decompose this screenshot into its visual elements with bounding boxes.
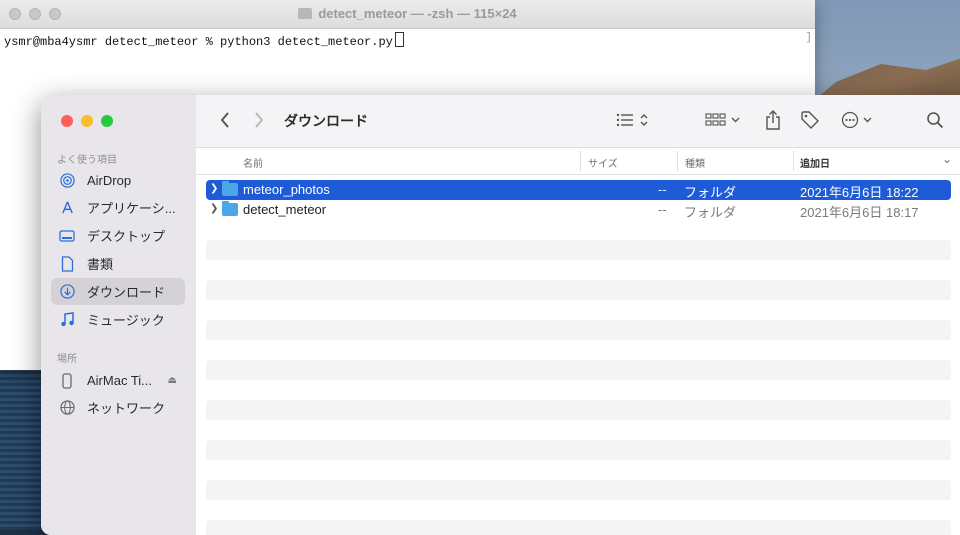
file-kind: フォルダ [684, 205, 737, 220]
file-name: detect_meteor [243, 202, 327, 217]
zoom-button[interactable] [101, 115, 113, 127]
empty-row-stripe [206, 360, 951, 380]
view-options-button[interactable] [614, 109, 652, 131]
sidebar-item-airmac[interactable]: AirMac Ti... ⏏ [51, 367, 185, 394]
desktop-icon [59, 228, 75, 244]
share-button[interactable] [762, 109, 784, 131]
music-icon [59, 312, 75, 328]
sidebar-item-airdrop[interactable]: AirDrop [51, 167, 185, 194]
file-size: -- [658, 202, 667, 217]
file-row[interactable]: ❯ meteor_photos -- フォルダ 2021年6月6日 18:22 [206, 180, 951, 200]
column-header: 名前 サイズ 種類 追加日 ⌄ [196, 148, 960, 175]
sort-chevron-icon[interactable]: ⌄ [942, 152, 952, 166]
empty-row-stripe [206, 520, 951, 535]
close-button[interactable] [61, 115, 73, 127]
sidebar-section-locations: 場所 [57, 354, 77, 365]
folder-icon [298, 8, 313, 19]
sidebar-item-label: ミュージック [87, 313, 165, 328]
sidebar-item-label: デスクトップ [87, 229, 166, 244]
terminal-titlebar[interactable]: detect_meteor — -zsh — 115×24 [0, 0, 815, 29]
empty-row-stripe [206, 440, 951, 460]
forward-button[interactable] [250, 109, 268, 131]
file-name: meteor_photos [243, 182, 330, 197]
terminal-scroll-marker: ] [805, 32, 812, 44]
eject-icon[interactable]: ⏏ [168, 375, 177, 386]
window-title: ダウンロード [284, 113, 368, 129]
sidebar-item-label: AirDrop [87, 173, 132, 188]
back-button[interactable] [216, 109, 234, 131]
search-icon [927, 112, 944, 129]
sidebar-item-music[interactable]: ミュージック [51, 306, 185, 333]
column-divider[interactable] [580, 151, 581, 171]
sidebar-section-favorites: よく使う項目 [57, 155, 117, 166]
finder-sidebar: よく使う項目 AirDrop アプリケーシ... デスクトップ 書類 ダウンロー… [41, 95, 197, 535]
airdrop-icon [59, 173, 75, 189]
sidebar-item-label: ネットワーク [87, 401, 166, 416]
search-button[interactable] [924, 109, 946, 131]
sidebar-item-applications[interactable]: アプリケーシ... [51, 194, 185, 221]
empty-row-stripe [206, 400, 951, 420]
column-size[interactable]: サイズ [588, 155, 618, 170]
column-kind[interactable]: 種類 [685, 155, 705, 170]
sidebar-item-network[interactable]: ネットワーク [51, 394, 185, 421]
file-date-added: 2021年6月6日 18:22 [800, 185, 919, 200]
sidebar-item-label: 書類 [87, 257, 114, 272]
sidebar-item-desktop[interactable]: デスクトップ [51, 222, 185, 249]
chevron-right-icon [255, 112, 264, 128]
chevron-left-icon [220, 112, 229, 128]
download-icon [59, 284, 75, 300]
folder-icon [222, 201, 238, 216]
column-date-added[interactable]: 追加日 [800, 155, 830, 170]
disclosure-chevron-icon[interactable]: ❯ [210, 203, 218, 214]
terminal-title: detect_meteor — -zsh — 115×24 [0, 6, 815, 21]
sidebar-item-downloads[interactable]: ダウンロード [51, 278, 185, 305]
terminal-cursor [394, 32, 404, 47]
group-button[interactable] [704, 109, 744, 131]
grid-group-icon [705, 113, 740, 126]
sidebar-item-label: アプリケーシ... [87, 201, 176, 216]
empty-row-stripe [206, 240, 951, 260]
column-name[interactable]: 名前 [243, 155, 263, 170]
finder-window[interactable]: よく使う項目 AirDrop アプリケーシ... デスクトップ 書類 ダウンロー… [41, 95, 960, 535]
applications-icon [59, 200, 75, 216]
file-row[interactable]: ❯ detect_meteor -- フォルダ 2021年6月6日 18:17 [206, 200, 951, 220]
share-icon [766, 110, 780, 130]
finder-main: ダウンロード 名前 サイズ 種類 追加日 ⌄ ❯ meteor_photos -… [196, 95, 960, 535]
minimize-button[interactable] [81, 115, 93, 127]
ellipsis-icon [841, 111, 872, 129]
file-date-added: 2021年6月6日 18:17 [800, 205, 919, 220]
document-icon [59, 255, 75, 272]
network-icon [59, 400, 75, 416]
column-divider[interactable] [793, 151, 794, 171]
tag-button[interactable] [798, 109, 822, 131]
file-size: -- [658, 182, 667, 197]
terminal-prompt-line: ysmr@mba4ysmr detect_meteor % python3 de… [4, 35, 393, 49]
more-actions-button[interactable] [840, 109, 876, 131]
sidebar-item-label: AirMac Ti... [87, 373, 153, 388]
terminal-title-text: detect_meteor — -zsh — 115×24 [318, 6, 517, 21]
empty-row-stripe [206, 480, 951, 500]
list-view-icon [616, 113, 648, 127]
tag-icon [801, 111, 819, 129]
file-kind: フォルダ [684, 185, 737, 200]
terminal-content[interactable]: ysmr@mba4ysmr detect_meteor % python3 de… [0, 29, 815, 52]
empty-row-stripe [206, 320, 951, 340]
folder-icon [222, 181, 238, 196]
disclosure-chevron-icon[interactable]: ❯ [210, 183, 218, 194]
disk-icon [59, 372, 75, 389]
column-divider[interactable] [677, 151, 678, 171]
sidebar-item-label: ダウンロード [87, 285, 166, 300]
sidebar-item-documents[interactable]: 書類 [51, 250, 185, 277]
finder-toolbar: ダウンロード [196, 95, 960, 148]
empty-row-stripe [206, 280, 951, 300]
